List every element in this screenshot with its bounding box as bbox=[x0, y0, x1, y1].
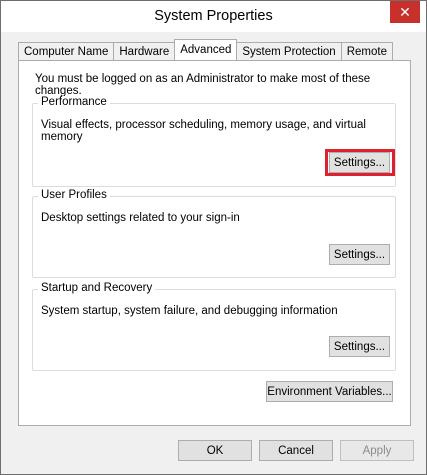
tab-hardware[interactable]: Hardware bbox=[113, 42, 176, 60]
environment-variables-button[interactable]: Environment Variables... bbox=[266, 381, 393, 402]
user-profiles-group: User Profiles Desktop settings related t… bbox=[32, 189, 396, 278]
system-properties-window: System Properties ✕ Computer Name Hardwa… bbox=[0, 0, 427, 475]
advanced-tab-panel: You must be logged on as an Administrato… bbox=[18, 60, 411, 426]
close-button[interactable]: ✕ bbox=[390, 1, 420, 23]
tab-advanced[interactable]: Advanced bbox=[174, 39, 238, 60]
user-profiles-description: Desktop settings related to your sign-in bbox=[41, 212, 240, 224]
admin-note: You must be logged on as an Administrato… bbox=[35, 73, 371, 97]
window-title: System Properties bbox=[154, 8, 273, 24]
highlight-box bbox=[325, 149, 395, 176]
tab-system-protection[interactable]: System Protection bbox=[236, 42, 342, 60]
close-icon: ✕ bbox=[399, 3, 411, 20]
startup-recovery-description: System startup, system failure, and debu… bbox=[41, 305, 338, 317]
cancel-button[interactable]: Cancel bbox=[259, 440, 333, 461]
apply-button[interactable]: Apply bbox=[340, 440, 414, 461]
user-profiles-settings-button[interactable]: Settings... bbox=[329, 244, 390, 265]
startup-recovery-settings-button[interactable]: Settings... bbox=[329, 336, 390, 357]
user-profiles-label: User Profiles bbox=[38, 189, 110, 201]
performance-group: Performance Visual effects, processor sc… bbox=[32, 96, 396, 187]
tab-computer-name[interactable]: Computer Name bbox=[18, 42, 115, 60]
performance-description: Visual effects, processor scheduling, me… bbox=[41, 119, 366, 143]
title-bar[interactable]: System Properties ✕ bbox=[1, 1, 426, 32]
tab-strip: Computer Name Hardware Advanced System P… bbox=[18, 39, 393, 60]
performance-label: Performance bbox=[38, 96, 110, 108]
startup-recovery-group: Startup and Recovery System startup, sys… bbox=[32, 282, 396, 371]
tab-remote[interactable]: Remote bbox=[340, 42, 393, 60]
startup-recovery-label: Startup and Recovery bbox=[38, 282, 156, 294]
ok-button[interactable]: OK bbox=[178, 440, 252, 461]
